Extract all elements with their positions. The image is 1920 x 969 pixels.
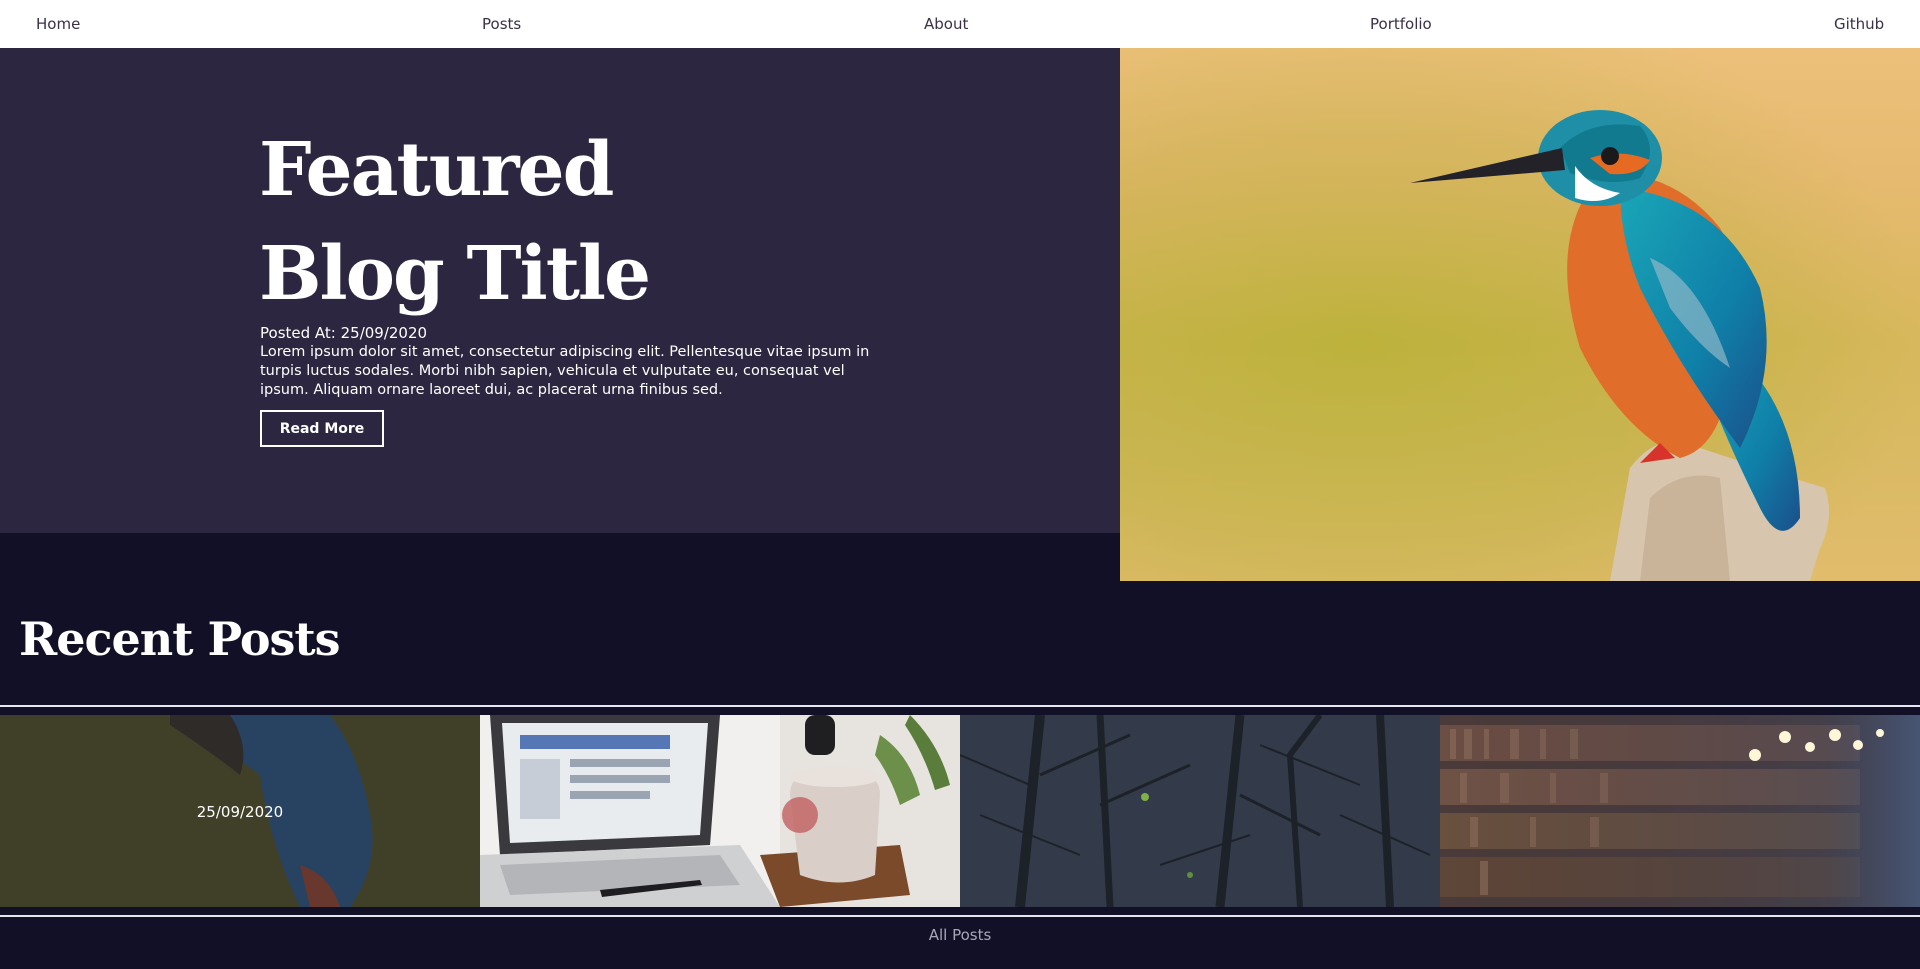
forest-thumbnail: [960, 715, 1440, 907]
kingfisher-image: [1120, 48, 1920, 581]
featured-excerpt: Lorem ipsum dolor sit amet, consectetur …: [260, 344, 870, 398]
all-posts-link[interactable]: All Posts: [0, 926, 1920, 944]
nav-github-link[interactable]: Github: [1834, 15, 1884, 33]
featured-image: [1120, 48, 1920, 581]
post-card-1[interactable]: 25/09/2020: [0, 715, 480, 907]
featured-post: Featured Blog Title Posted At: 25/09/202…: [0, 48, 1120, 533]
laptop-thumbnail: [480, 715, 960, 907]
section-divider-bottom: [0, 915, 1920, 917]
nav-about-link[interactable]: About: [924, 15, 968, 33]
read-more-button[interactable]: Read More: [260, 410, 384, 447]
post-card-4[interactable]: [1440, 715, 1920, 907]
library-thumbnail: [1440, 715, 1920, 907]
nav-home-link[interactable]: Home: [36, 15, 80, 33]
post-card-2[interactable]: [480, 715, 960, 907]
post-card-date: 25/09/2020: [196, 803, 284, 821]
section-divider-top: [0, 705, 1920, 707]
nav-portfolio-link[interactable]: Portfolio: [1370, 15, 1432, 33]
top-nav: Home Posts About Portfolio Github: [0, 0, 1920, 48]
recent-posts-heading: Recent Posts: [19, 612, 341, 666]
recent-posts-row: 25/09/2020: [0, 715, 1920, 907]
featured-posted-date: Posted At: 25/09/2020: [260, 324, 428, 342]
nav-posts-link[interactable]: Posts: [482, 15, 521, 33]
post-card-3[interactable]: [960, 715, 1440, 907]
featured-title: Featured Blog Title: [259, 127, 651, 317]
